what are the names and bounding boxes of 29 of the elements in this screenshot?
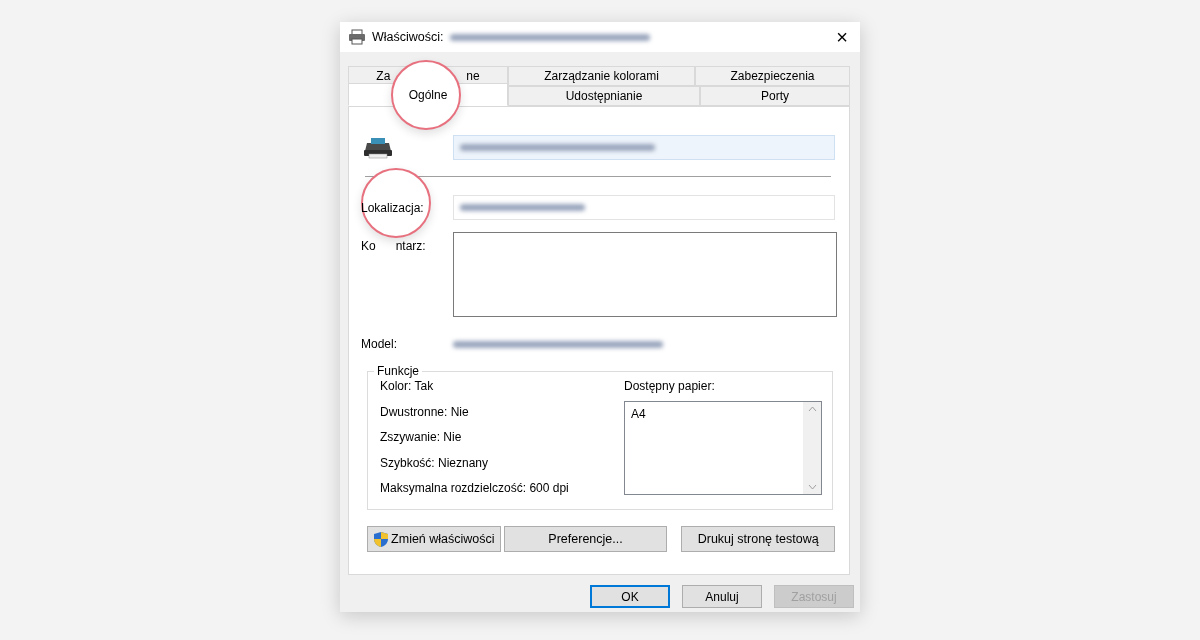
tab[interactable]: Zarządzanie kolorami [508,66,695,86]
feature-text: Maksymalna rozdzielczość: 600 dpi [380,480,570,497]
name-field[interactable] [453,135,835,160]
panel-button[interactable]: Zmień właściwości [367,526,501,552]
window-title: Właściwości: [372,28,444,46]
paper-list[interactable]: A4 [624,401,822,495]
paper-item[interactable]: A4 [631,405,797,423]
feature-text: Szybkość: Nieznany [380,454,490,472]
tab[interactable]: Udostępnianie [508,86,700,106]
printer-icon [348,29,366,45]
scroll-up-icon[interactable] [807,406,817,412]
close-button[interactable]: × [832,27,852,47]
model-label: Model: [361,336,399,353]
comment-field[interactable] [453,232,837,317]
comment-label: Ko ntarz: [361,238,427,255]
feature-text: Dwustronne: Nie [380,403,470,421]
group-title: Funkcje [376,365,421,377]
panel-button[interactable]: Preferencje... [503,526,668,552]
panel-button[interactable]: Drukuj stronę testową [681,526,835,552]
tab[interactable]: Zabezpieczenia [695,66,850,86]
paper-label: Dostępny papier: [624,378,716,395]
dialog-button[interactable]: OK [590,585,670,608]
scroll-down-icon[interactable] [807,484,817,490]
printer-icon [361,136,395,159]
location-field[interactable] [453,195,835,220]
tab[interactable]: Porty [700,86,850,106]
feature-text: Kolor: Tak [380,378,435,395]
feature-text: Zszywanie: Nie [380,429,463,446]
dialog-button[interactable]: Anuluj [682,585,762,608]
